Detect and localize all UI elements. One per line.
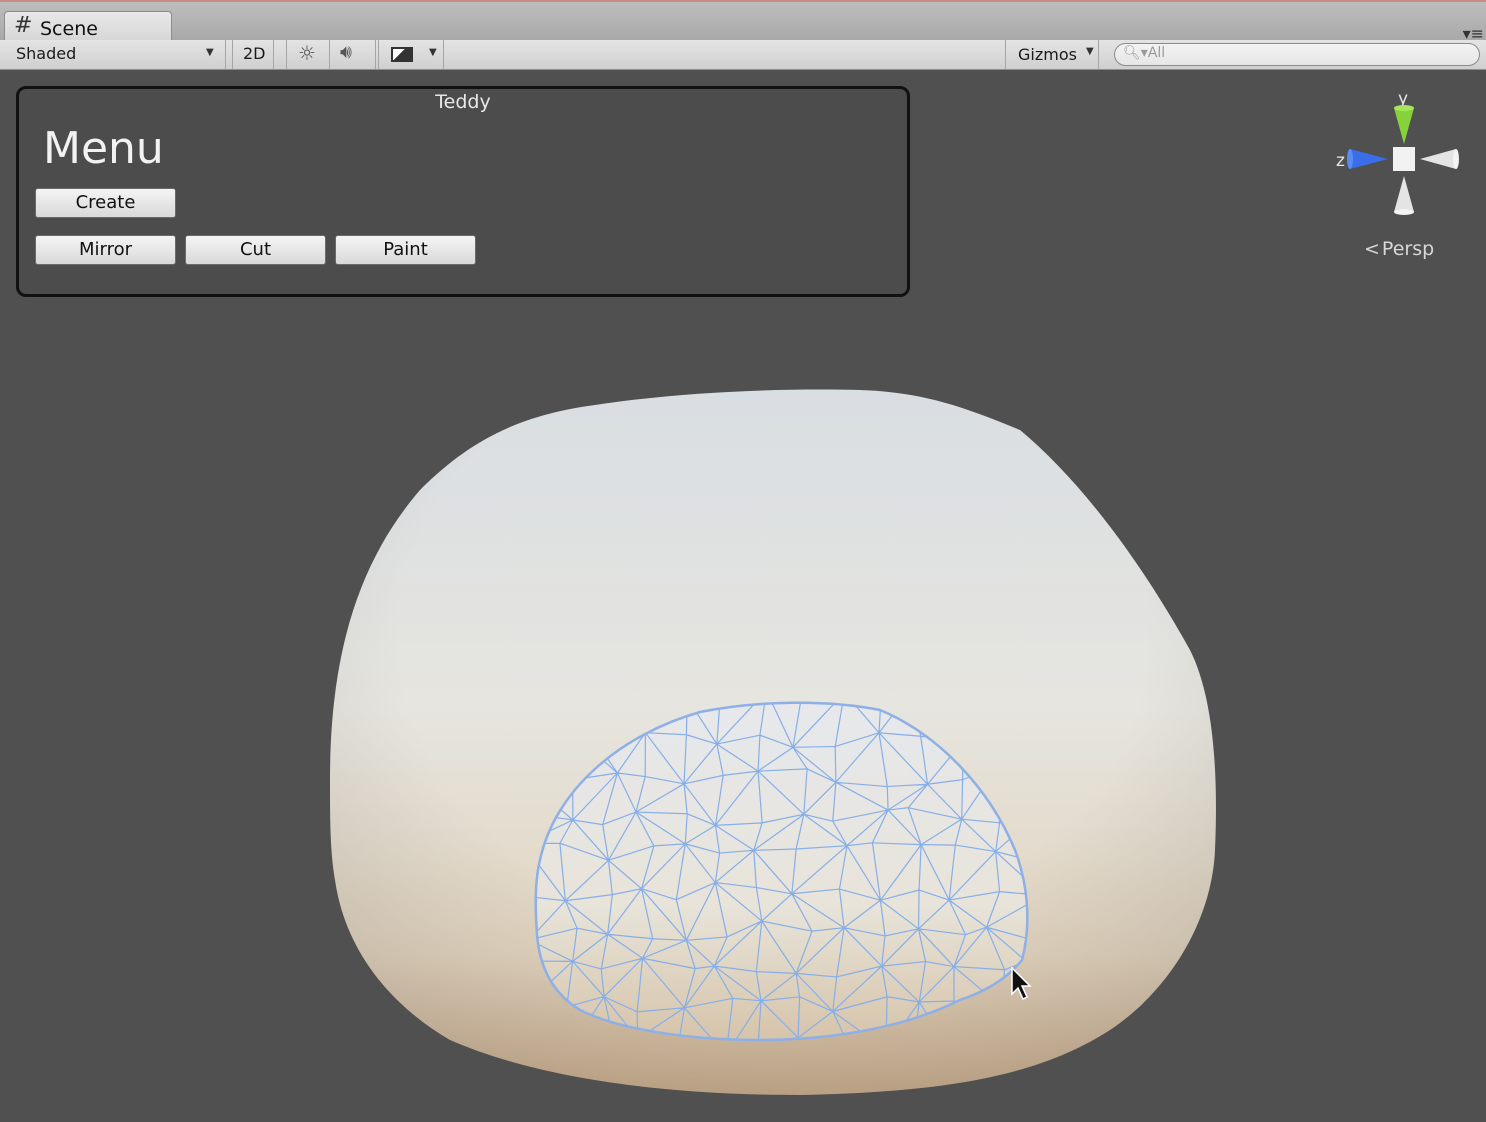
paint-button[interactable]: Paint [335, 235, 476, 265]
effects-dropdown[interactable]: ▼ [378, 40, 444, 69]
gizmo-y-cone[interactable] [1394, 108, 1414, 144]
chevron-down-icon: ▼ [1086, 46, 1094, 57]
gizmos-label: Gizmos [1018, 45, 1077, 64]
mirror-button[interactable]: Mirror [35, 235, 176, 265]
image-icon [391, 47, 413, 62]
audio-toggle-button[interactable]: 🔊︎ [330, 40, 376, 69]
orientation-gizmo[interactable]: y z [1330, 84, 1470, 224]
chevron-down-icon: ▼ [429, 47, 437, 58]
gizmos-dropdown[interactable]: Gizmos ▼ [1005, 40, 1099, 69]
scene-toolbar: Shaded ▼ 2D ☼ 🔊︎ ▼ Gizmos ▼ 🔍︎▾All [0, 40, 1486, 70]
projection-toggle[interactable]: < Persp [1364, 238, 1434, 260]
chevron-down-icon: ▼ [206, 47, 214, 58]
cut-button[interactable]: Cut [185, 235, 326, 265]
gizmo-z-label: z [1336, 151, 1345, 171]
search-input[interactable]: 🔍︎▾All [1114, 43, 1480, 66]
gizmo-neg-y-cone[interactable] [1394, 176, 1414, 212]
chevron-left-icon: < [1364, 238, 1380, 260]
shading-mode-dropdown[interactable]: Shaded ▼ [0, 40, 226, 69]
sun-icon: ☼ [298, 41, 316, 65]
projection-label: Persp [1381, 238, 1435, 260]
2d-toggle-label: 2D [243, 44, 266, 63]
tab-scene[interactable]: # Scene [4, 11, 172, 42]
lighting-toggle-button[interactable]: ☼ [286, 40, 330, 69]
create-button[interactable]: Create [35, 188, 176, 218]
shading-mode-value: Shaded [16, 44, 77, 63]
window-title: Teddy [435, 91, 491, 113]
gizmo-z-cone[interactable] [1350, 149, 1388, 169]
2d-toggle-button[interactable]: 2D [232, 40, 274, 69]
teddy-menu-window[interactable]: Teddy Menu Create Mirror Cut Paint [16, 86, 910, 297]
grid-icon: # [14, 13, 33, 38]
search-placeholder: All [1147, 45, 1166, 61]
menu-heading: Menu [43, 123, 164, 174]
gizmo-neg-z-cone[interactable] [1420, 149, 1456, 169]
search-icon: 🔍︎▾ [1123, 45, 1148, 61]
speaker-icon: 🔊︎ [340, 41, 352, 63]
gizmo-center-cube[interactable] [1393, 147, 1415, 171]
tab-scene-label: Scene [40, 18, 98, 40]
tab-bar: # Scene ▾≡ [0, 0, 1486, 43]
